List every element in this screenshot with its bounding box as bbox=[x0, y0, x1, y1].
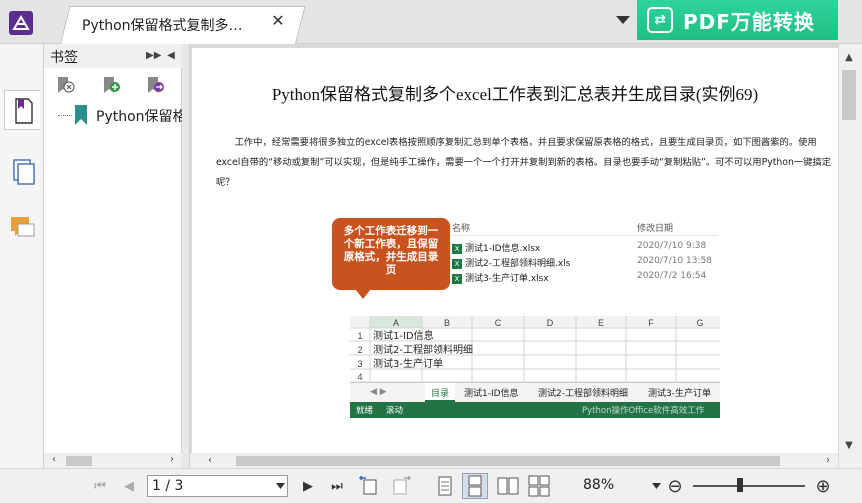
panel-collapse-icon[interactable]: ◀ bbox=[165, 50, 177, 62]
excel-file-icon: X bbox=[452, 273, 462, 284]
page-number-field[interactable]: 1 / 3 bbox=[147, 475, 288, 497]
zoom-out-icon[interactable]: ⊖ bbox=[663, 474, 687, 498]
app-logo-icon[interactable] bbox=[8, 10, 34, 36]
file-name: 测试1-ID信息.xlsx bbox=[465, 244, 541, 254]
row-number: 2 bbox=[357, 345, 362, 355]
zoom-in-icon[interactable]: ⊕ bbox=[811, 474, 835, 498]
next-view-icon[interactable] bbox=[389, 474, 413, 498]
tree-connector bbox=[58, 115, 72, 116]
sheet-cell: 测试2-工程部领料明细 bbox=[373, 343, 473, 356]
column-header: B bbox=[444, 318, 450, 328]
first-page-icon[interactable]: ⏮ bbox=[88, 474, 112, 498]
single-page-view-icon[interactable] bbox=[433, 474, 457, 498]
sheet-tab-active: 目录 bbox=[425, 383, 456, 402]
sheet-tab-bar: ◀ ▶ 目录 测试1-ID信息 测试2-工程部领料明细 测试3-生产订单 bbox=[350, 382, 720, 402]
excel-file-icon: X bbox=[452, 243, 462, 254]
pdf-convert-banner[interactable]: ⇄ PDF万能转换 bbox=[637, 0, 838, 40]
column-header: F bbox=[648, 318, 654, 328]
add-bookmark-icon[interactable] bbox=[100, 74, 122, 96]
panel-expand-icon[interactable]: ▶▶ bbox=[146, 50, 161, 62]
callout-tail bbox=[355, 289, 371, 299]
bookmark-page-icon bbox=[15, 98, 33, 124]
tab-list-dropdown-icon[interactable] bbox=[615, 14, 631, 26]
callout-bubble: 多个工作表迁移到一个新工作表，且保留原格式，并生成目录页 bbox=[332, 218, 450, 290]
bookmark-panel-title: 书签 bbox=[50, 50, 78, 66]
document-title: Python保留格式复制多个excel工作表到汇总表并生成目录(实例69) bbox=[271, 85, 759, 104]
page-dropdown-icon[interactable] bbox=[276, 483, 285, 489]
delete-bookmark-icon[interactable] bbox=[54, 74, 76, 96]
panel-horizontal-scrollbar[interactable] bbox=[44, 453, 182, 468]
row-number: 1 bbox=[357, 331, 362, 341]
bookmark-ribbon-icon bbox=[75, 105, 87, 125]
excel-file-icon: X bbox=[452, 258, 462, 269]
file-date: 2020/7/2 16:54 bbox=[637, 271, 707, 281]
paragraph-text: 工作中，经常需要将很多独立的excel表格按照顺序复制汇总到单个表格，并且要求保… bbox=[216, 137, 832, 188]
file-date: 2020/7/10 13:58 bbox=[637, 256, 712, 266]
file-date: 2020/7/10 9:38 bbox=[637, 241, 707, 251]
file-name: 测试2-工程部领料明细.xls bbox=[465, 259, 571, 269]
tab-close-icon[interactable]: ✕ bbox=[268, 11, 288, 31]
sheet-cell: 测试3-生产订单 bbox=[373, 357, 443, 370]
facing-view-icon[interactable] bbox=[496, 474, 520, 498]
document-paragraph: 工作中，经常需要将很多独立的excel表格按照顺序复制汇总到单个表格，并且要求保… bbox=[216, 133, 836, 193]
zoom-dropdown-icon[interactable] bbox=[652, 483, 661, 489]
file-row: X 测试2-工程部领料明细.xls 2020/7/10 13:58 bbox=[452, 256, 718, 271]
pages-icon bbox=[13, 159, 35, 185]
column-header: E bbox=[598, 318, 604, 328]
sheet-cell: 测试1-ID信息 bbox=[373, 329, 434, 342]
continuous-view-icon[interactable] bbox=[463, 474, 487, 498]
sheet-tab: 测试3-生产订单 bbox=[648, 389, 711, 399]
continuous-facing-view-icon[interactable] bbox=[527, 474, 551, 498]
file-date-column: 修改日期 bbox=[637, 224, 674, 234]
comments-icon bbox=[11, 217, 35, 237]
column-header: A bbox=[393, 318, 399, 328]
zoom-slider[interactable] bbox=[693, 485, 805, 487]
panel-scroll-thumb[interactable] bbox=[66, 456, 92, 466]
pdf-convert-label: PDF万能转换 bbox=[683, 9, 815, 34]
row-number: 4 bbox=[357, 372, 362, 382]
panel-scroll-left-icon[interactable]: ‹ bbox=[48, 454, 60, 466]
column-header: C bbox=[495, 318, 502, 328]
sheet-tab: 测试1-ID信息 bbox=[464, 389, 519, 399]
horizontal-scroll-thumb[interactable] bbox=[236, 456, 780, 466]
document-tab-title: Python保留格式复制多… bbox=[82, 18, 243, 34]
previous-view-icon[interactable] bbox=[357, 474, 381, 498]
zoom-level[interactable]: 88% bbox=[583, 477, 614, 493]
status-ready: 就绪 bbox=[356, 406, 374, 416]
previous-page-icon[interactable]: ◀ bbox=[117, 474, 141, 498]
file-name-column: 名称 bbox=[452, 224, 471, 234]
file-row: X 测试1-ID信息.xlsx 2020/7/10 9:38 bbox=[452, 241, 718, 256]
file-list-header: 名称 修改日期 bbox=[452, 218, 718, 236]
sheet-tab: 测试2-工程部领料明细 bbox=[538, 389, 628, 399]
scroll-left-icon[interactable]: ‹ bbox=[204, 455, 216, 467]
file-name: 测试3-生产订单.xlsx bbox=[465, 274, 549, 284]
goto-bookmark-icon[interactable] bbox=[144, 74, 166, 96]
file-row: X 测试3-生产订单.xlsx 2020/7/2 16:54 bbox=[452, 271, 718, 286]
column-header: D bbox=[547, 318, 554, 328]
sheet-nav-left-icon: ◀ ▶ bbox=[370, 387, 387, 397]
scroll-down-icon[interactable]: ▼ bbox=[843, 440, 855, 452]
next-page-icon[interactable]: ▶ bbox=[296, 474, 320, 498]
panel-splitter[interactable] bbox=[182, 44, 190, 468]
watermark-text: Python操作Office软件高效工作 bbox=[582, 406, 705, 416]
column-header: G bbox=[696, 318, 703, 328]
vertical-scroll-thumb[interactable] bbox=[842, 70, 856, 120]
scroll-up-icon[interactable]: ▲ bbox=[843, 52, 855, 64]
excel-status-bar: 就绪 滚动 Python操作Office软件高效工作 bbox=[350, 402, 720, 418]
row-number: 3 bbox=[357, 359, 362, 369]
panel-scroll-right-icon[interactable]: › bbox=[166, 454, 178, 466]
bookmarks-rail-button[interactable] bbox=[4, 90, 40, 130]
zoom-slider-thumb[interactable] bbox=[737, 478, 743, 492]
last-page-icon[interactable]: ⏭ bbox=[325, 474, 349, 498]
comments-rail-button[interactable] bbox=[4, 208, 40, 248]
convert-icon: ⇄ bbox=[647, 7, 673, 33]
thumbnails-rail-button[interactable] bbox=[4, 152, 40, 192]
scroll-right-icon[interactable]: › bbox=[822, 455, 834, 467]
status-scroll: 滚动 bbox=[386, 406, 404, 416]
bookmark-item-label[interactable]: Python保留格式复制多个excel工作表到汇总表并生成目录(实例69) bbox=[96, 106, 182, 126]
